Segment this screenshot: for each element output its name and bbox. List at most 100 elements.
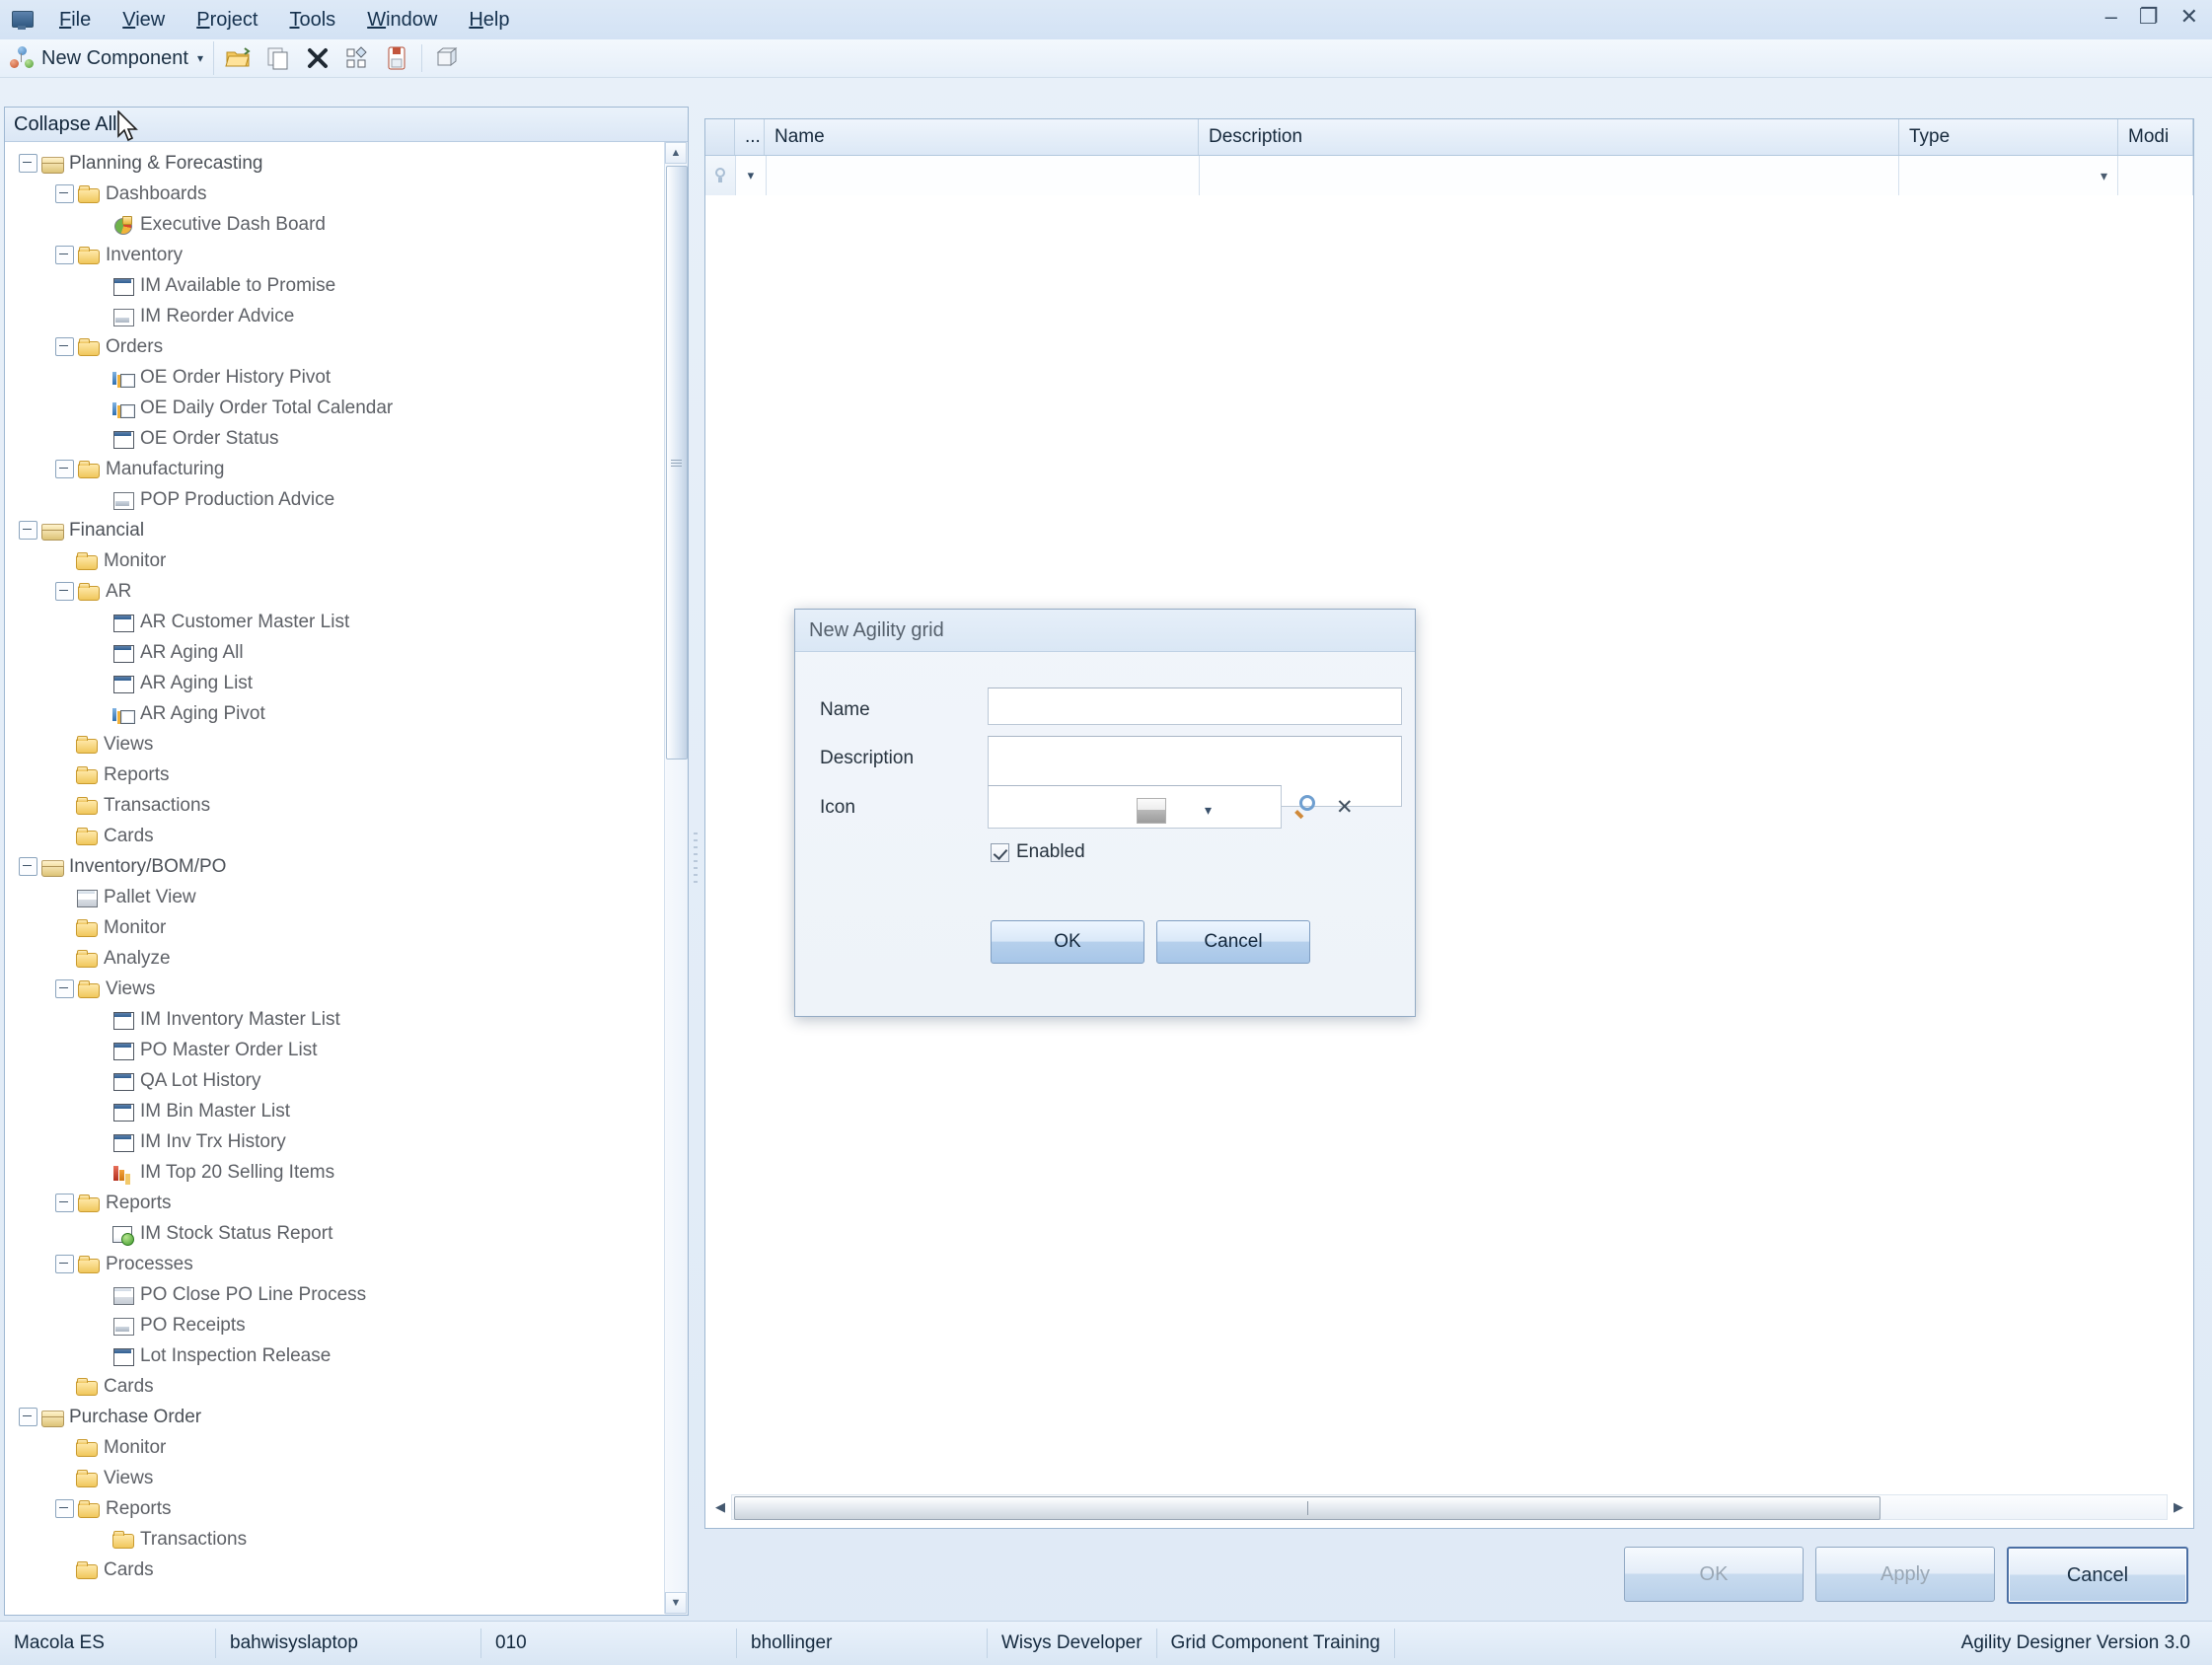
- menu-item-view[interactable]: View: [107, 5, 181, 36]
- tree-node[interactable]: Monitor: [5, 912, 665, 943]
- cancel-button[interactable]: Cancel: [2007, 1547, 2188, 1604]
- grid-column-header-type[interactable]: Type: [1899, 119, 2118, 155]
- copy-icon[interactable]: [263, 43, 293, 73]
- grid-filter-row[interactable]: ▾▾: [705, 156, 2193, 196]
- search-icon[interactable]: [1296, 794, 1322, 820]
- icon-combobox[interactable]: ▾: [988, 785, 1282, 829]
- tree-node[interactable]: Cards: [5, 821, 665, 851]
- tree-node[interactable]: Inventory/BOM/PO: [5, 851, 665, 882]
- tree-node[interactable]: IM Top 20 Selling Items: [5, 1157, 665, 1188]
- minimize-icon[interactable]: –: [2105, 6, 2117, 28]
- tree-node[interactable]: PO Close PO Line Process: [5, 1279, 665, 1310]
- menu-item-file[interactable]: File: [43, 5, 107, 36]
- ok-button[interactable]: OK: [1624, 1547, 1804, 1602]
- grid-filter-cell-modified[interactable]: [2118, 156, 2193, 195]
- tree-node[interactable]: Planning & Forecasting: [5, 148, 665, 179]
- tree-node[interactable]: IM Bin Master List: [5, 1096, 665, 1126]
- save-document-icon[interactable]: [382, 43, 411, 73]
- grid-filter-cell-name[interactable]: [767, 156, 1200, 195]
- tree-node[interactable]: IM Inv Trx History: [5, 1126, 665, 1157]
- hscroll-thumb[interactable]: [734, 1496, 1880, 1520]
- tree-node[interactable]: QA Lot History: [5, 1065, 665, 1096]
- tree-node[interactable]: OE Daily Order Total Calendar: [5, 393, 665, 423]
- collapse-toggle-icon[interactable]: [55, 184, 74, 203]
- scroll-right-arrow-icon[interactable]: ▶: [2168, 1494, 2189, 1520]
- grid-column-header-name[interactable]: Name: [765, 119, 1199, 155]
- collapse-toggle-icon[interactable]: [55, 460, 74, 478]
- tree-node[interactable]: Monitor: [5, 545, 665, 576]
- tree-node[interactable]: OE Order Status: [5, 423, 665, 454]
- tree-node[interactable]: Transactions: [5, 790, 665, 821]
- tree-node[interactable]: Cards: [5, 1555, 665, 1585]
- collapse-toggle-icon[interactable]: [19, 521, 37, 540]
- open-folder-icon[interactable]: [224, 43, 254, 73]
- enabled-checkbox-row[interactable]: Enabled: [991, 841, 1085, 863]
- tree-node[interactable]: Transactions: [5, 1524, 665, 1555]
- tree-node[interactable]: PO Receipts: [5, 1310, 665, 1340]
- tree-node[interactable]: Views: [5, 729, 665, 760]
- tree-node[interactable]: AR Aging All: [5, 637, 665, 668]
- collapse-toggle-icon[interactable]: [55, 337, 74, 356]
- menu-item-tools[interactable]: Tools: [273, 5, 351, 36]
- collapse-toggle-icon[interactable]: [19, 857, 37, 876]
- scroll-left-arrow-icon[interactable]: ◀: [709, 1494, 731, 1520]
- tree-node[interactable]: Lot Inspection Release: [5, 1340, 665, 1371]
- collapse-toggle-icon[interactable]: [19, 1408, 37, 1426]
- collapse-toggle-icon[interactable]: [55, 246, 74, 264]
- tree-node[interactable]: OE Order History Pivot: [5, 362, 665, 393]
- tree-node[interactable]: Cards: [5, 1371, 665, 1402]
- chevron-down-icon[interactable]: ▾: [1205, 802, 1212, 819]
- enabled-checkbox[interactable]: [991, 843, 1009, 862]
- tree-node[interactable]: Pallet View: [5, 882, 665, 912]
- tree-node[interactable]: Monitor: [5, 1432, 665, 1463]
- name-input[interactable]: [988, 688, 1402, 725]
- collapse-toggle-icon[interactable]: [55, 582, 74, 601]
- clear-icon[interactable]: ✕: [1336, 795, 1405, 820]
- scroll-up-arrow-icon[interactable]: ▲: [665, 142, 687, 164]
- grid-column-header-row-selector[interactable]: [705, 119, 735, 155]
- grid-filter-options-caret[interactable]: ▾: [736, 156, 767, 195]
- tree-node[interactable]: AR Aging List: [5, 668, 665, 698]
- collapse-toggle-icon[interactable]: [55, 1255, 74, 1273]
- dialog-ok-button[interactable]: OK: [991, 920, 1144, 964]
- collapse-all-button[interactable]: Collapse All: [5, 108, 688, 142]
- tree-node[interactable]: Purchase Order: [5, 1402, 665, 1432]
- tree-node[interactable]: Analyze: [5, 943, 665, 974]
- new-component-button[interactable]: New Component ▾: [4, 41, 214, 75]
- tree-node[interactable]: Financial: [5, 515, 665, 545]
- grid-horizontal-scrollbar[interactable]: ◀ ▶: [709, 1492, 2189, 1522]
- tree-node[interactable]: Reports: [5, 760, 665, 790]
- tree-node[interactable]: IM Available to Promise: [5, 270, 665, 301]
- tree-node[interactable]: Inventory: [5, 240, 665, 270]
- apply-button[interactable]: Apply: [1815, 1547, 1995, 1602]
- grid-column-header-options[interactable]: ...: [735, 119, 765, 155]
- restore-icon[interactable]: ❐: [2139, 6, 2159, 28]
- properties-icon[interactable]: [342, 43, 372, 73]
- component-tree[interactable]: Planning & ForecastingDashboardsExecutiv…: [5, 142, 665, 1615]
- tree-node[interactable]: POP Production Advice: [5, 484, 665, 515]
- tree-node[interactable]: Reports: [5, 1188, 665, 1218]
- tree-node[interactable]: Processes: [5, 1249, 665, 1279]
- hscroll-track[interactable]: [731, 1494, 2168, 1520]
- tree-node[interactable]: Executive Dash Board: [5, 209, 665, 240]
- panel-splitter[interactable]: [689, 107, 702, 1614]
- collapse-toggle-icon[interactable]: [55, 979, 74, 998]
- tree-node[interactable]: IM Inventory Master List: [5, 1004, 665, 1035]
- tree-node[interactable]: AR: [5, 576, 665, 607]
- tree-node[interactable]: Views: [5, 974, 665, 1004]
- tree-node[interactable]: Orders: [5, 331, 665, 362]
- tree-node[interactable]: PO Master Order List: [5, 1035, 665, 1065]
- menu-item-help[interactable]: Help: [453, 5, 525, 36]
- tree-node[interactable]: IM Reorder Advice: [5, 301, 665, 331]
- tree-node[interactable]: Dashboards: [5, 179, 665, 209]
- grid-filter-type-caret[interactable]: ▾: [1899, 156, 2118, 195]
- grid-filter-cell-description[interactable]: [1200, 156, 1899, 195]
- tree-scroll-thumb[interactable]: [666, 166, 688, 760]
- close-icon[interactable]: ✕: [2180, 6, 2198, 28]
- grid-column-header-description[interactable]: Description: [1199, 119, 1899, 155]
- grid-column-header-modified[interactable]: Modi: [2118, 119, 2193, 155]
- tree-node[interactable]: AR Aging Pivot: [5, 698, 665, 729]
- tree-node[interactable]: Views: [5, 1463, 665, 1493]
- collapse-toggle-icon[interactable]: [55, 1499, 74, 1518]
- tree-node[interactable]: Reports: [5, 1493, 665, 1524]
